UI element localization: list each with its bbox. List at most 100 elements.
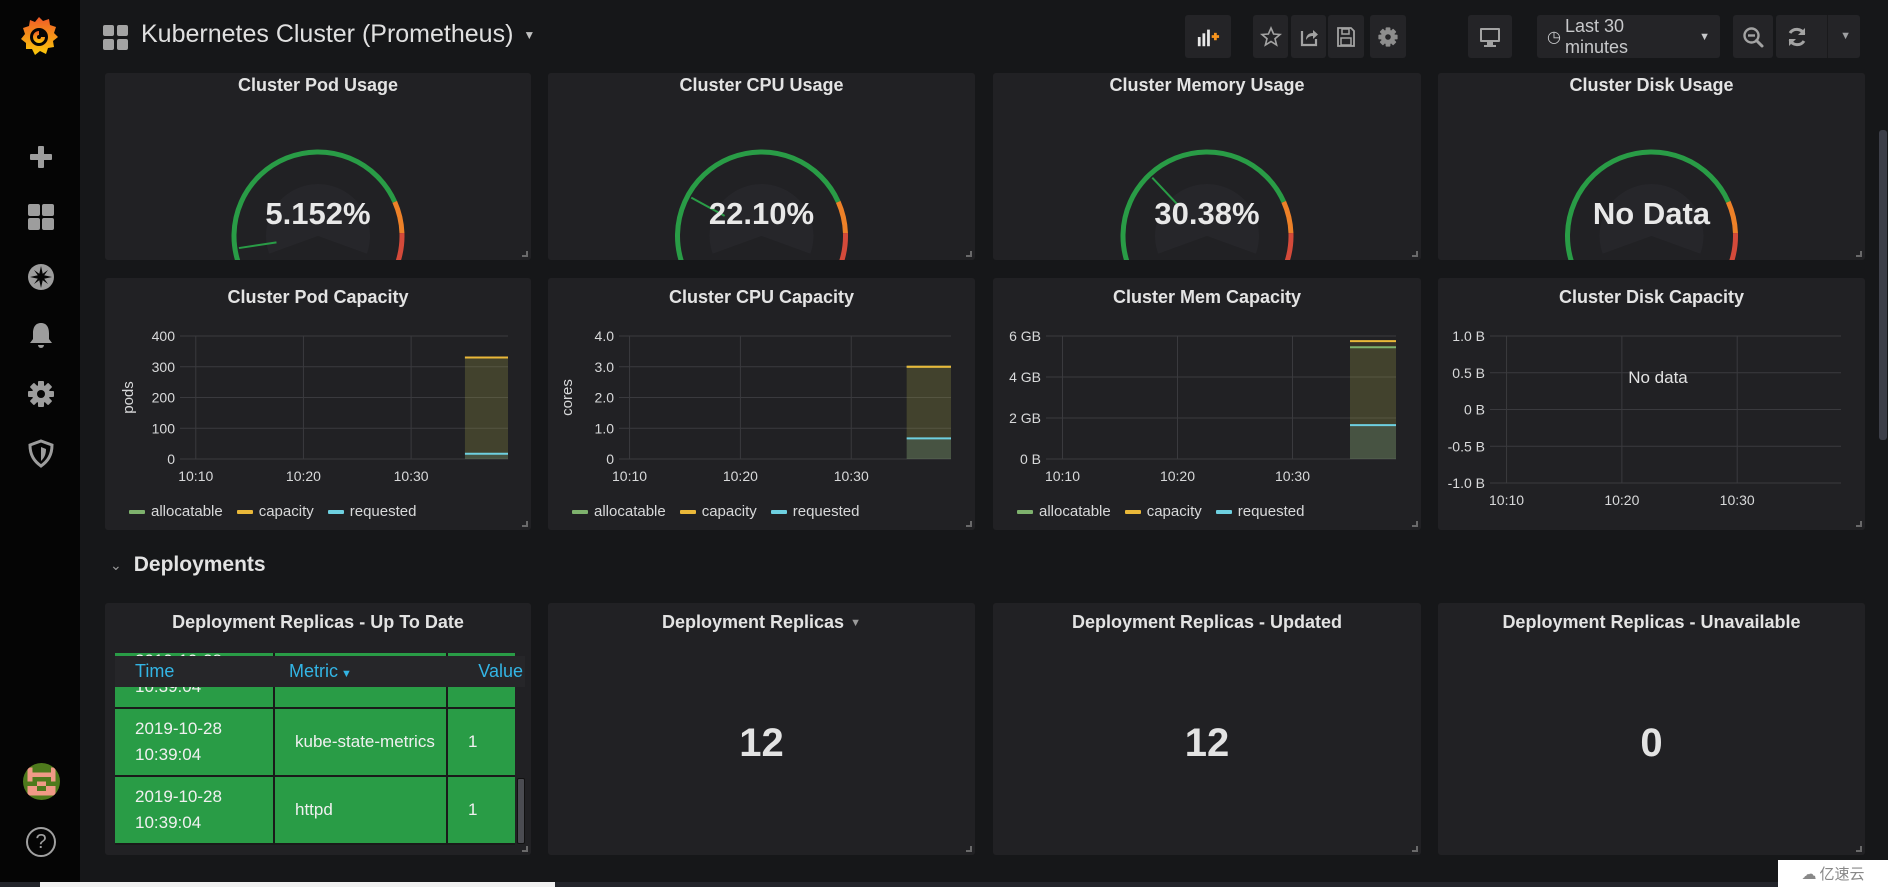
panel-resize-handle[interactable] (966, 846, 972, 852)
table-scrollbar[interactable] (517, 778, 525, 844)
cell-clock: 10:39:04 (135, 813, 202, 832)
dashboard-settings-button[interactable] (1370, 15, 1406, 58)
legend-item-allocatable[interactable]: allocatable (1017, 503, 1111, 520)
panel-resize-handle[interactable] (522, 521, 528, 527)
add-panel-button[interactable] (1185, 15, 1231, 58)
time-range-label: Last 30 minutes (1564, 15, 1628, 57)
sidebar-item-explore[interactable] (24, 260, 58, 294)
panel-title[interactable]: Deployment Replicas ▼ (548, 612, 975, 633)
save-button[interactable] (1328, 15, 1364, 58)
graph-plot[interactable]: -1.0 B -0.5 B 0 B 0.5 B 1.0 B 10:10 10:20 10:30… (1438, 278, 1865, 530)
cell-clock: 10:39:04 (135, 745, 202, 764)
table-row[interactable]: 2019-10-28 10:39:04 kube-state-metrics 1 (115, 709, 515, 777)
cell-metric: kube-state-metrics (275, 709, 448, 775)
legend-item-requested[interactable]: requested (1215, 503, 1304, 520)
legend-item-capacity[interactable]: capacity (679, 503, 757, 520)
legend-label: allocatable (1039, 503, 1111, 520)
sidebar-item-dashboards[interactable] (24, 200, 58, 234)
x-tick-label: 10:20 (723, 468, 758, 484)
dashboard-navbar: Kubernetes Cluster (Prometheus) ▼ ◷ Last … (80, 0, 1888, 72)
gauge-value: 30.38% (1154, 196, 1260, 231)
grid-icon (28, 204, 54, 230)
panel-resize-handle[interactable] (522, 251, 528, 257)
zoom-out-button[interactable] (1733, 15, 1773, 58)
stat-value: 12 (739, 721, 784, 765)
legend-swatch (572, 509, 588, 514)
legend-label: capacity (258, 503, 314, 520)
graph-plot[interactable]: 0 1.0 2.0 3.0 4.0 10:10 10:20 10:30 cores (548, 278, 975, 530)
legend-item-allocatable[interactable]: allocatable (129, 503, 223, 520)
gauge-value: 5.152% (265, 196, 371, 231)
refresh-interval-dropdown[interactable]: ▼ (1827, 15, 1851, 58)
sidebar-item-alerting[interactable] (24, 318, 58, 352)
gauge-value: No Data (1592, 196, 1711, 231)
table-row[interactable]: 2019-10-28 10:39:04 httpd 1 (115, 777, 515, 845)
add-panel-icon (1197, 29, 1220, 46)
panel-resize-handle[interactable] (522, 846, 528, 852)
grafana-logo[interactable] (18, 14, 60, 58)
panel-graph: Cluster Mem Capacity 0 B2 GB 4 GB 6 GB 10:10… (993, 278, 1421, 530)
sidebar-item-create[interactable] (24, 140, 58, 174)
panel-resize-handle[interactable] (1412, 521, 1418, 527)
column-header-time[interactable]: Time (115, 661, 273, 682)
panel-title[interactable]: Deployment Replicas - Unavailable (1438, 612, 1865, 633)
graph-plot[interactable]: 0 100 200 300 400 10:10 10:20 10:30 pods (105, 278, 531, 530)
legend-item-capacity[interactable]: capacity (236, 503, 314, 520)
dashboard-grid-icon (103, 25, 128, 50)
legend-item-capacity[interactable]: capacity (1124, 503, 1202, 520)
dashboard-title-picker[interactable]: Kubernetes Cluster (Prometheus) ▼ (141, 20, 535, 49)
column-header-value[interactable]: Value (448, 661, 525, 682)
panel-graph: Cluster Pod Capacity 0 100 200 300 400 10:10 10… (105, 278, 531, 530)
row-deployments-header[interactable]: ⌄ Deployments (110, 553, 266, 577)
panel-resize-handle[interactable] (1856, 846, 1862, 852)
help-icon[interactable]: ? (26, 827, 56, 857)
gauge-threshold-crit (395, 232, 405, 260)
page-scrollbar[interactable] (1879, 130, 1887, 440)
legend-item-requested[interactable]: requested (770, 503, 859, 520)
panel-resize-handle[interactable] (1412, 251, 1418, 257)
user-avatar[interactable] (23, 763, 60, 800)
y-tick-label: -0.5 B (1448, 438, 1485, 454)
graph-plot[interactable]: 0 B 2 GB 4 GB 6 GB 10:10 10:20 10:30 (993, 278, 1421, 530)
save-icon (1337, 26, 1355, 47)
cloud-icon: ☁ (1801, 865, 1817, 883)
share-icon (1300, 29, 1318, 46)
panel-menu-caret-icon[interactable]: ▼ (850, 617, 861, 629)
time-range-picker[interactable]: ◷ Last 30 minutes ▼ (1537, 15, 1720, 58)
panel-gauge: Cluster Pod Usage 5.152% (105, 73, 531, 260)
graph-legend: allocatable capacity requested (1017, 503, 1304, 520)
series-fill-requested (906, 438, 951, 459)
panel-resize-handle[interactable] (1856, 521, 1862, 527)
y-tick-label: 6 GB (1009, 328, 1041, 344)
panel-title[interactable]: Deployment Replicas - Up To Date (105, 612, 531, 633)
y-tick-label: 400 (152, 328, 176, 344)
panel-resize-handle[interactable] (1412, 846, 1418, 852)
legend-item-requested[interactable]: requested (327, 503, 416, 520)
y-tick-label: 2 GB (1009, 410, 1041, 426)
legend-item-allocatable[interactable]: allocatable (572, 503, 666, 520)
x-tick-label: 10:20 (286, 468, 321, 484)
sidebar-item-configuration[interactable] (24, 377, 58, 411)
horizontal-scrollbar[interactable] (40, 882, 555, 887)
y-tick-label: 300 (152, 359, 176, 375)
star-button[interactable] (1253, 15, 1288, 58)
panel-title[interactable]: Deployment Replicas - Updated (993, 612, 1421, 633)
cell-value: 1 (468, 800, 478, 819)
share-button[interactable] (1291, 15, 1326, 58)
x-tick-label: 10:30 (1275, 468, 1310, 484)
panel-resize-handle[interactable] (1856, 251, 1862, 257)
panel-resize-handle[interactable] (966, 521, 972, 527)
y-tick-label: 0.5 B (1452, 365, 1485, 381)
column-header-metric[interactable]: Metric▼ (273, 661, 448, 682)
panel-resize-handle[interactable] (966, 251, 972, 257)
sidebar-item-server-admin[interactable] (24, 436, 58, 470)
compass-icon (28, 264, 54, 290)
panel-title-text: Deployment Replicas - Unavailable (1502, 612, 1801, 632)
gauge-threshold-crit (1284, 232, 1294, 260)
tv-mode-button[interactable] (1468, 15, 1512, 58)
refresh-icon[interactable] (1785, 25, 1809, 49)
y-tick-label: 4.0 (595, 328, 615, 344)
cell-date: 2019-10-28 (135, 719, 222, 738)
stat-value: 12 (1184, 721, 1230, 765)
clock-icon: ◷ (1547, 28, 1561, 46)
